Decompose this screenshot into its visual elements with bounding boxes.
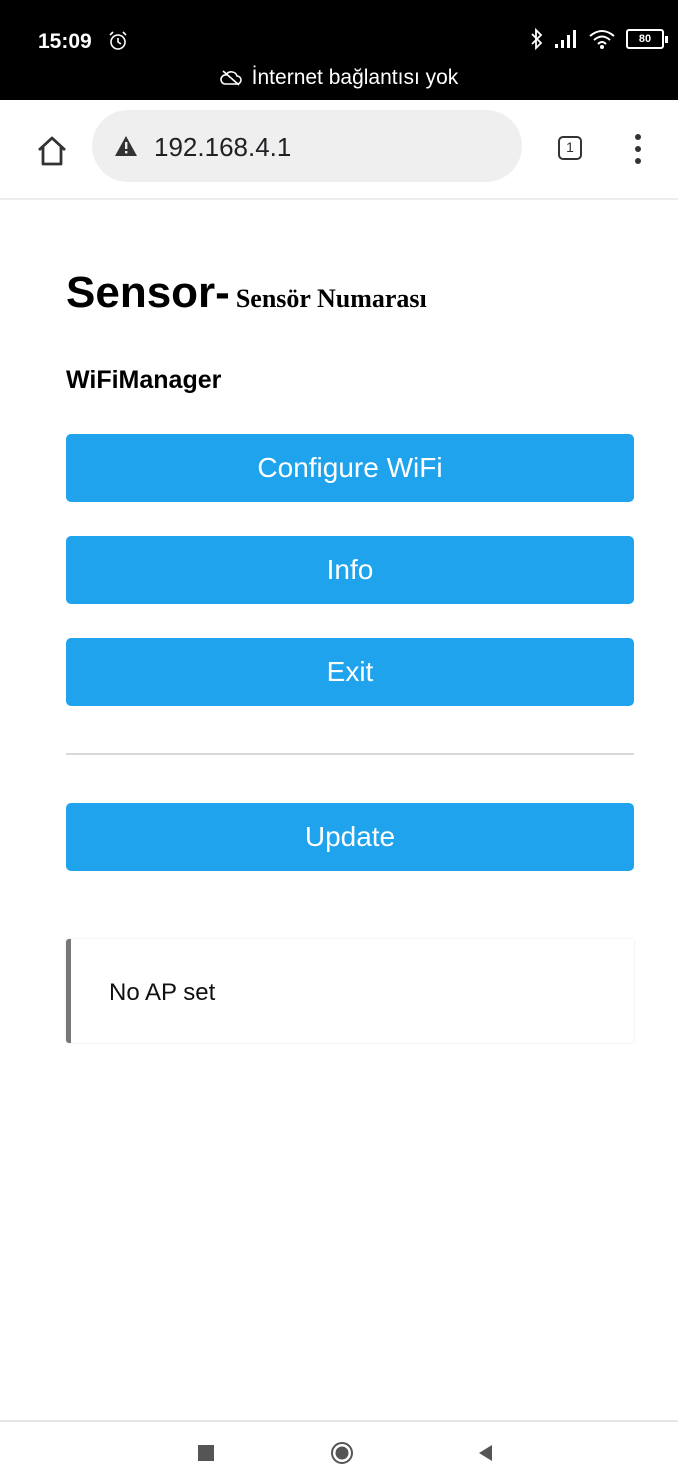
battery-icon: 80 (626, 29, 668, 49)
status-bar: 15:09 80 İnternet bağlantısı yok (0, 0, 678, 100)
battery-level: 80 (638, 33, 652, 45)
browser-toolbar: 192.168.4.1 1 (0, 100, 678, 200)
wifi-icon (589, 30, 615, 49)
address-bar[interactable]: 192.168.4.1 (92, 110, 522, 182)
home-icon[interactable] (36, 136, 68, 166)
status-message: No AP set (109, 979, 216, 1006)
page-title-main: Sensor- (66, 268, 230, 317)
update-button[interactable]: Update (66, 803, 634, 871)
info-button[interactable]: Info (66, 536, 634, 604)
system-nav-bar (0, 1420, 678, 1481)
page-title: Sensor- Sensör Numarası (66, 268, 427, 318)
recents-icon[interactable] (198, 1445, 214, 1461)
nav-home-icon[interactable] (330, 1441, 354, 1465)
page-title-sub: Sensör Numarası (235, 284, 427, 313)
page-subtitle: WiFiManager (66, 366, 222, 394)
tabs-icon[interactable]: 1 (558, 136, 582, 160)
configure-wifi-button[interactable]: Configure WiFi (66, 434, 634, 502)
status-icons: 80 (530, 28, 668, 50)
alarm-icon (109, 31, 127, 50)
warning-icon[interactable] (114, 135, 138, 157)
tab-count: 1 (566, 139, 574, 155)
url-text[interactable]: 192.168.4.1 (154, 132, 291, 163)
signal-icon (555, 30, 576, 48)
offline-text: İnternet bağlantısı yok (251, 66, 459, 89)
exit-button[interactable]: Exit (66, 638, 634, 706)
status-time: 15:09 (38, 30, 92, 53)
status-message-box: No AP set (66, 939, 634, 1043)
back-icon[interactable] (476, 1443, 494, 1463)
offline-banner: İnternet bağlantısı yok (0, 66, 678, 90)
bluetooth-icon (531, 28, 543, 50)
menu-icon[interactable] (634, 134, 642, 164)
divider (66, 753, 634, 755)
cloud-off-icon (219, 70, 242, 86)
